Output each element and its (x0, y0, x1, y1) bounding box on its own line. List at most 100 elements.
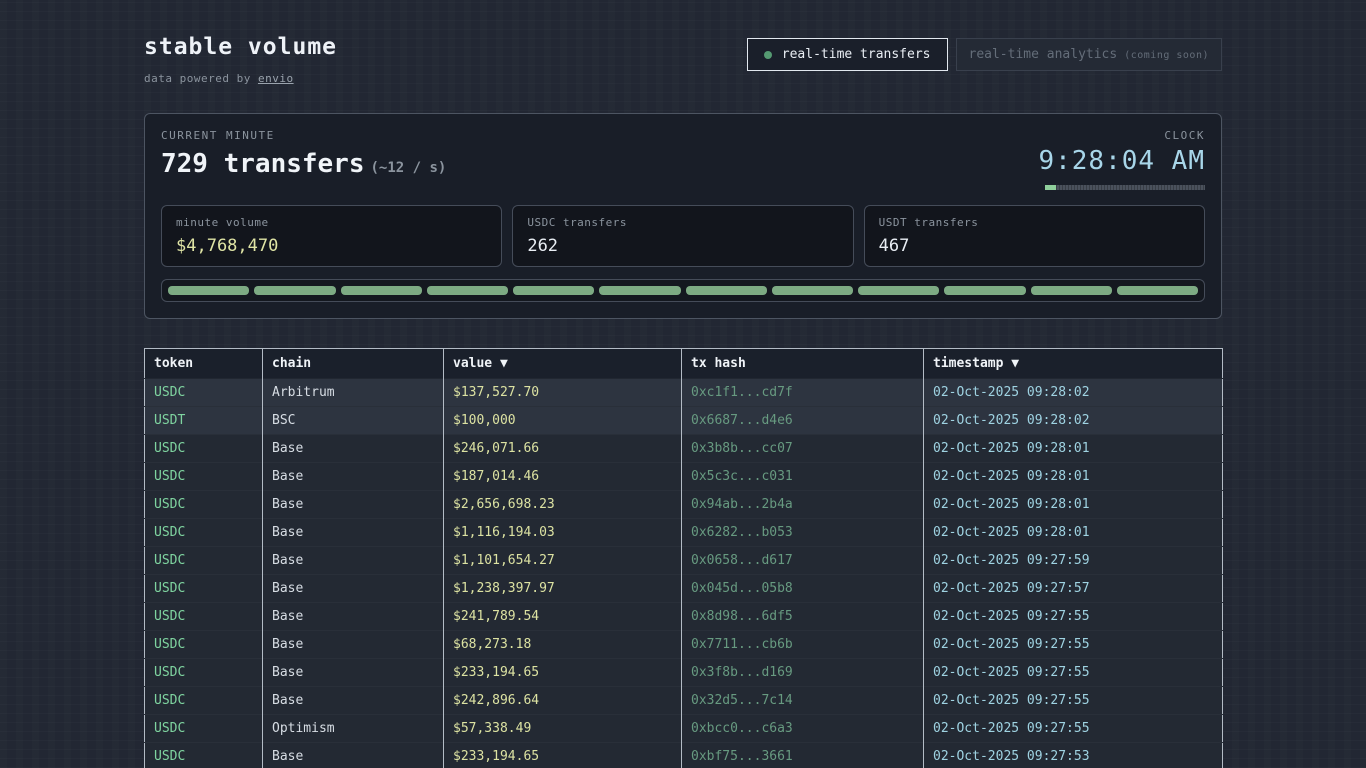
activity-segment (944, 286, 1025, 295)
cell-tx[interactable]: 0xbf75...3661 (682, 743, 924, 768)
cell-token: USDC (145, 435, 263, 463)
cell-chain: BSC (263, 407, 444, 435)
transfers-count: 729 transfers(~12 / s) (161, 149, 446, 179)
table-row: USDCBase$241,789.540x8d98...6df502-Oct-2… (145, 603, 1223, 631)
minute-progress-bar (1045, 185, 1205, 190)
activity-segment (1031, 286, 1112, 295)
cell-chain: Base (263, 743, 444, 768)
table-row: USDCBase$233,194.650x3f8b...d16902-Oct-2… (145, 659, 1223, 687)
cell-time: 02-Oct-2025 09:28:01 (924, 435, 1223, 463)
current-minute-panel: CURRENT MINUTE 729 transfers(~12 / s) CL… (144, 113, 1222, 319)
clock-time: 9:28:04 AM (1038, 146, 1205, 176)
current-minute-label: CURRENT MINUTE (161, 129, 446, 142)
stat-minute-volume-label: minute volume (176, 216, 487, 229)
stat-usdt-transfers: USDT transfers 467 (864, 205, 1205, 267)
cell-chain: Base (263, 435, 444, 463)
cell-chain: Arbitrum (263, 379, 444, 407)
powered-by: data powered by envio (144, 72, 337, 85)
cell-tx[interactable]: 0xc1f1...cd7f (682, 379, 924, 407)
page-title: stable volume (144, 34, 337, 60)
tab-realtime-analytics: real-time analytics (coming soon) (956, 38, 1223, 71)
stat-usdc-transfers-label: USDC transfers (527, 216, 838, 229)
cell-token: USDC (145, 463, 263, 491)
transfers-section: tokenchainvalue ▼tx hashtimestamp ▼ USDC… (144, 348, 1222, 768)
cell-time: 02-Oct-2025 09:27:57 (924, 575, 1223, 603)
cell-time: 02-Oct-2025 09:27:55 (924, 715, 1223, 743)
cell-chain: Optimism (263, 715, 444, 743)
cell-time: 02-Oct-2025 09:27:53 (924, 743, 1223, 768)
column-header[interactable]: token (145, 349, 263, 379)
cell-value: $137,527.70 (444, 379, 682, 407)
coming-soon-badge: (coming soon) (1124, 50, 1209, 61)
cell-chain: Base (263, 491, 444, 519)
column-header[interactable]: chain (263, 349, 444, 379)
activity-segment (858, 286, 939, 295)
cell-time: 02-Oct-2025 09:27:59 (924, 547, 1223, 575)
activity-segment (686, 286, 767, 295)
envio-link[interactable]: envio (258, 72, 294, 85)
cell-value: $187,014.46 (444, 463, 682, 491)
powered-by-text: data powered by (144, 72, 258, 85)
table-row: USDCBase$246,071.660x3b8b...cc0702-Oct-2… (145, 435, 1223, 463)
column-header[interactable]: value ▼ (444, 349, 682, 379)
view-tabs: real-time transfers real-time analytics … (747, 38, 1222, 71)
cell-time: 02-Oct-2025 09:28:02 (924, 379, 1223, 407)
cell-value: $2,656,698.23 (444, 491, 682, 519)
cell-time: 02-Oct-2025 09:27:55 (924, 659, 1223, 687)
cell-token: USDC (145, 491, 263, 519)
cell-token: USDC (145, 603, 263, 631)
table-header-row: tokenchainvalue ▼tx hashtimestamp ▼ (145, 349, 1223, 379)
transfers-table: tokenchainvalue ▼tx hashtimestamp ▼ USDC… (144, 348, 1223, 768)
table-row: USDCBase$1,116,194.030x6282...b05302-Oct… (145, 519, 1223, 547)
cell-tx[interactable]: 0x045d...05b8 (682, 575, 924, 603)
page-container: stable volume data powered by envio real… (144, 0, 1222, 768)
cell-tx[interactable]: 0x3f8b...d169 (682, 659, 924, 687)
cell-tx[interactable]: 0x3b8b...cc07 (682, 435, 924, 463)
column-header[interactable]: timestamp ▼ (924, 349, 1223, 379)
cell-value: $233,194.65 (444, 743, 682, 768)
cell-time: 02-Oct-2025 09:28:01 (924, 519, 1223, 547)
transfers-table-body: USDCArbitrum$137,527.700xc1f1...cd7f02-O… (145, 379, 1223, 768)
table-row: USDTBSC$100,0000x6687...d4e602-Oct-2025 … (145, 407, 1223, 435)
cell-tx[interactable]: 0x94ab...2b4a (682, 491, 924, 519)
tab-realtime-transfers[interactable]: real-time transfers (747, 38, 948, 71)
cell-token: USDC (145, 379, 263, 407)
cell-tx[interactable]: 0x6282...b053 (682, 519, 924, 547)
topbar: stable volume data powered by envio real… (144, 34, 1222, 85)
cell-value: $1,116,194.03 (444, 519, 682, 547)
cell-time: 02-Oct-2025 09:27:55 (924, 603, 1223, 631)
cell-token: USDC (145, 715, 263, 743)
stat-minute-volume: minute volume $4,768,470 (161, 205, 502, 267)
stat-usdt-transfers-label: USDT transfers (879, 216, 1190, 229)
cell-time: 02-Oct-2025 09:28:01 (924, 463, 1223, 491)
stats-row: minute volume $4,768,470 USDC transfers … (161, 205, 1205, 267)
activity-segment (513, 286, 594, 295)
cell-tx[interactable]: 0x6687...d4e6 (682, 407, 924, 435)
cell-value: $1,238,397.97 (444, 575, 682, 603)
cell-tx[interactable]: 0x5c3c...c031 (682, 463, 924, 491)
activity-segment (341, 286, 422, 295)
table-row: USDCArbitrum$137,527.700xc1f1...cd7f02-O… (145, 379, 1223, 407)
cell-tx[interactable]: 0xbcc0...c6a3 (682, 715, 924, 743)
stat-usdc-transfers-value: 262 (527, 236, 838, 256)
cell-tx[interactable]: 0x8d98...6df5 (682, 603, 924, 631)
activity-segment (168, 286, 249, 295)
table-row: USDCBase$242,896.640x32d5...7c1402-Oct-2… (145, 687, 1223, 715)
cell-tx[interactable]: 0x0658...d617 (682, 547, 924, 575)
table-row: USDCOptimism$57,338.490xbcc0...c6a302-Oc… (145, 715, 1223, 743)
cell-tx[interactable]: 0x7711...cb6b (682, 631, 924, 659)
column-header[interactable]: tx hash (682, 349, 924, 379)
activity-segment (599, 286, 680, 295)
cell-token: USDC (145, 631, 263, 659)
table-row: USDCBase$187,014.460x5c3c...c03102-Oct-2… (145, 463, 1223, 491)
cell-chain: Base (263, 603, 444, 631)
stat-minute-volume-value: $4,768,470 (176, 236, 487, 256)
cell-chain: Base (263, 519, 444, 547)
tab-realtime-transfers-label: real-time transfers (782, 47, 931, 62)
cell-chain: Base (263, 687, 444, 715)
minute-summary: CURRENT MINUTE 729 transfers(~12 / s) (161, 129, 446, 179)
branding: stable volume data powered by envio (144, 34, 337, 85)
cell-chain: Base (263, 631, 444, 659)
cell-tx[interactable]: 0x32d5...7c14 (682, 687, 924, 715)
activity-segment (427, 286, 508, 295)
